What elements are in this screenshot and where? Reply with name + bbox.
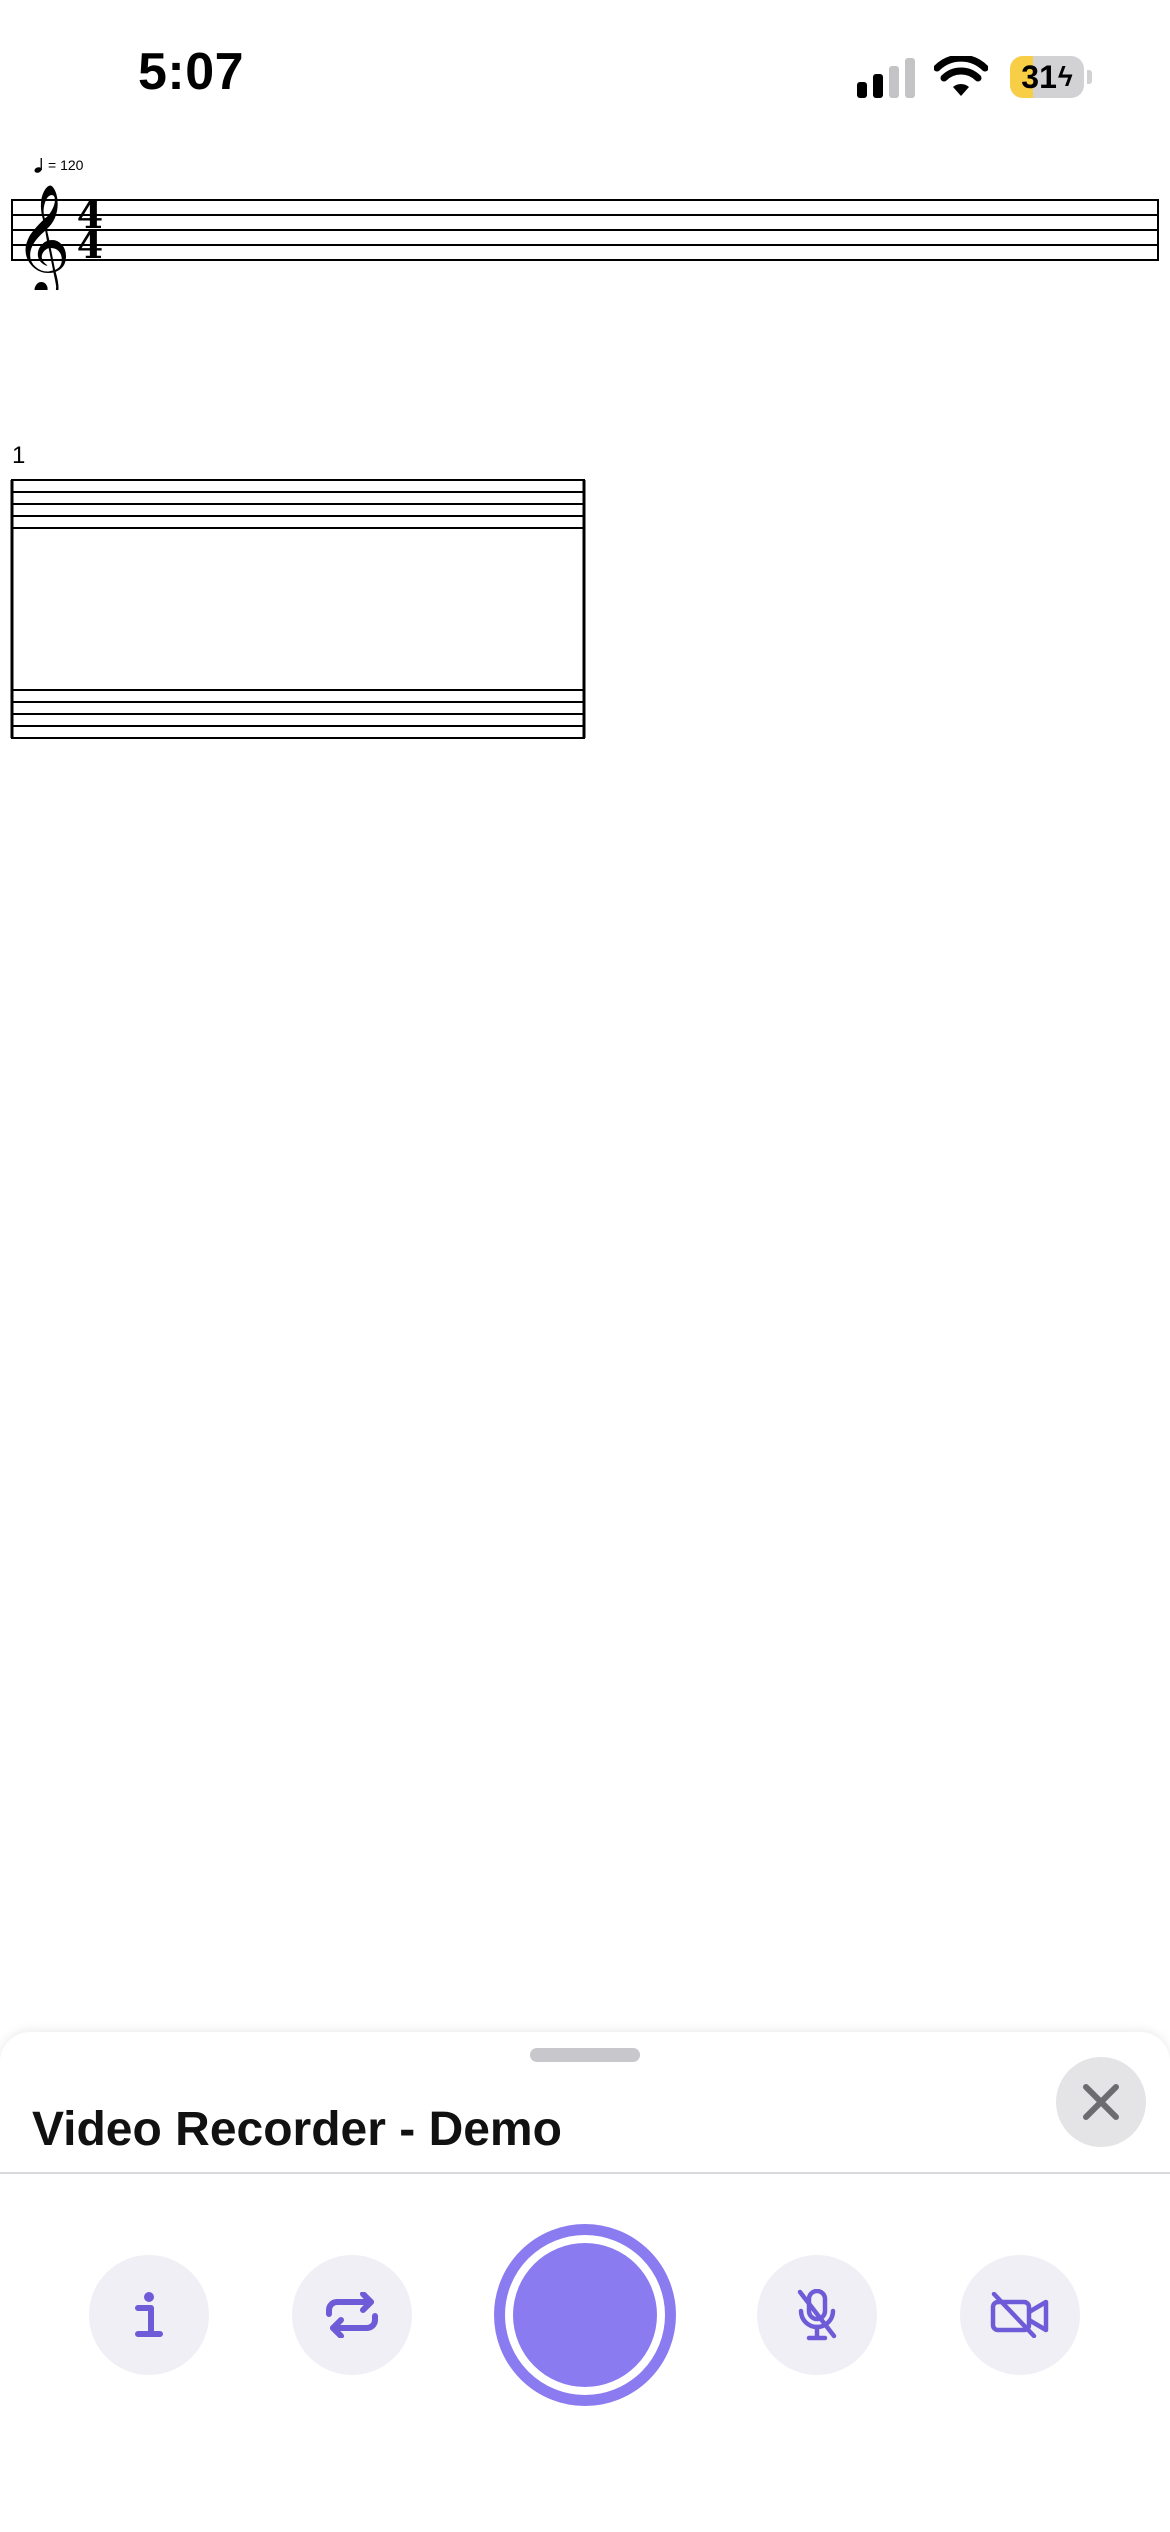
charging-bolt-icon: ϟ bbox=[1057, 61, 1073, 92]
status-bar: 5:07 31 ϟ bbox=[0, 0, 1170, 150]
loop-button[interactable] bbox=[292, 2255, 412, 2375]
close-icon bbox=[1083, 2084, 1119, 2120]
tab-lower-lines bbox=[11, 689, 585, 739]
recorder-title: Video Recorder - Demo bbox=[32, 2103, 562, 2156]
tab-upper-lines bbox=[11, 479, 585, 529]
battery-icon: 31 ϟ bbox=[1010, 56, 1084, 98]
measure-number: 1 bbox=[12, 442, 26, 469]
record-button[interactable] bbox=[494, 2224, 676, 2406]
info-button[interactable] bbox=[89, 2255, 209, 2375]
status-time: 5:07 bbox=[138, 43, 245, 101]
mic-toggle-button[interactable] bbox=[757, 2255, 877, 2375]
treble-clef-icon: 𝄞 bbox=[14, 183, 71, 290]
wifi-icon bbox=[934, 56, 988, 96]
cellular-signal-icon bbox=[857, 58, 915, 98]
staff-lines bbox=[11, 199, 1159, 261]
time-signature-bottom: 4 bbox=[77, 222, 103, 267]
record-icon bbox=[513, 2243, 657, 2387]
recorder-sheet: Video Recorder - Demo bbox=[0, 2032, 1170, 2532]
sheet-grabber[interactable] bbox=[530, 2048, 640, 2062]
video-off-icon bbox=[990, 2292, 1049, 2338]
repeat-icon bbox=[326, 2292, 378, 2338]
sheet-divider bbox=[0, 2172, 1170, 2174]
standard-staff: 𝄞 4 4 bbox=[11, 183, 1159, 290]
camera-toggle-button[interactable] bbox=[960, 2255, 1080, 2375]
tab-staff bbox=[10, 479, 586, 739]
close-button[interactable] bbox=[1056, 2057, 1146, 2147]
battery-percent: 31 bbox=[1021, 58, 1057, 95]
battery-tip bbox=[1087, 70, 1092, 84]
mic-off-icon bbox=[797, 2289, 837, 2341]
info-icon bbox=[135, 2292, 163, 2337]
